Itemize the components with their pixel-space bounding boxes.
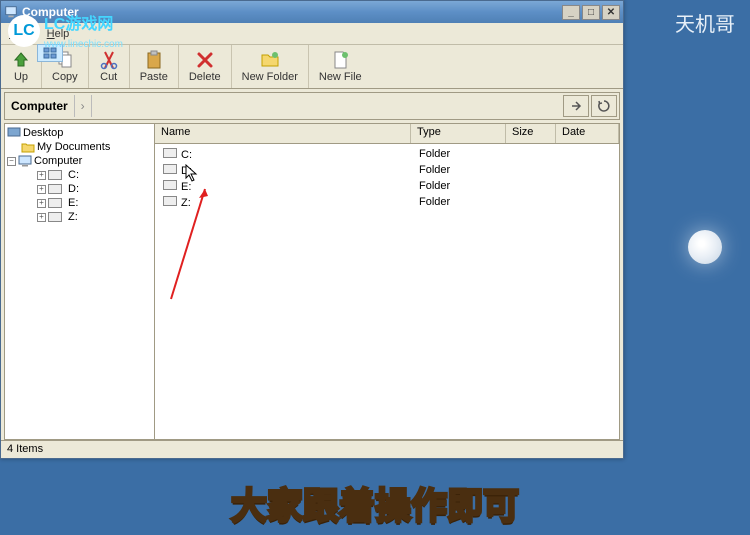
go-button[interactable] — [563, 95, 589, 117]
tree-computer[interactable]: − Computer — [7, 154, 152, 168]
col-name[interactable]: Name — [155, 124, 411, 143]
collapse-icon[interactable]: − — [7, 157, 16, 166]
tree-drive-d[interactable]: + D: — [7, 182, 152, 196]
content-area: Desktop My Documents − Computer + C: + D… — [4, 123, 620, 440]
computer-icon — [18, 155, 32, 167]
watermark-logo: LC — [8, 15, 40, 47]
desktop-icon — [7, 127, 21, 139]
paste-icon — [144, 50, 164, 70]
drive-icon — [163, 180, 177, 190]
drive-icon — [163, 164, 177, 174]
minimize-button[interactable]: _ — [562, 5, 580, 20]
video-caption: 大家跟着操作即可 — [231, 477, 519, 529]
expand-icon[interactable]: + — [37, 185, 46, 194]
author-label: 天机哥 — [675, 8, 735, 37]
maximize-button[interactable]: □ — [582, 5, 600, 20]
list-item[interactable]: D: Folder — [157, 162, 617, 178]
address-chevron[interactable]: › — [75, 95, 92, 117]
refresh-icon — [597, 99, 611, 113]
col-type[interactable]: Type — [411, 124, 506, 143]
delete-icon — [195, 50, 215, 70]
tree-drive-e[interactable]: + E: — [7, 196, 152, 210]
tree-panel: Desktop My Documents − Computer + C: + D… — [5, 124, 155, 439]
delete-button[interactable]: Delete — [179, 45, 232, 88]
col-date[interactable]: Date — [556, 124, 619, 143]
file-new-icon — [330, 50, 350, 70]
drive-icon — [48, 212, 62, 222]
folder-icon — [21, 141, 35, 153]
close-button[interactable]: ✕ — [602, 5, 620, 20]
tree-drive-c[interactable]: + C: — [7, 168, 152, 182]
up-icon — [11, 50, 31, 70]
paste-button[interactable]: Paste — [130, 45, 179, 88]
newfile-button[interactable]: New File — [309, 45, 372, 88]
watermark: LC LC游戏网 www.linechic.com — [8, 10, 123, 52]
file-explorer-window: Computer _ □ ✕ View Help Up Copy Cut Pas… — [0, 0, 624, 459]
tree-desktop[interactable]: Desktop — [7, 126, 152, 140]
drive-icon — [163, 148, 177, 158]
expand-icon[interactable]: + — [37, 213, 46, 222]
go-icon — [569, 99, 583, 113]
drive-icon — [163, 196, 177, 206]
watermark-text: LC游戏网 www.linechic.com — [44, 10, 123, 52]
address-segment[interactable]: Computer — [5, 95, 75, 117]
addressbar: Computer › — [4, 92, 620, 120]
list-item[interactable]: Z: Folder — [157, 194, 617, 210]
expand-icon[interactable]: + — [37, 171, 46, 180]
drive-icon — [48, 184, 62, 194]
col-size[interactable]: Size — [506, 124, 556, 143]
list-rows: C: Folder D: Folder E: Folder Z: Folder — [155, 144, 619, 212]
expand-icon[interactable]: + — [37, 199, 46, 208]
tree-drive-z[interactable]: + Z: — [7, 210, 152, 224]
list-item[interactable]: C: Folder — [157, 146, 617, 162]
list-header: Name Type Size Date — [155, 124, 619, 144]
tree-mydocs[interactable]: My Documents — [7, 140, 152, 154]
drive-icon — [48, 198, 62, 208]
statusbar: 4 Items — [1, 440, 623, 458]
newfolder-button[interactable]: New Folder — [232, 45, 309, 88]
drive-icon — [48, 170, 62, 180]
cut-icon — [99, 50, 119, 70]
refresh-button[interactable] — [591, 95, 617, 117]
folder-new-icon — [260, 50, 280, 70]
list-item[interactable]: E: Folder — [157, 178, 617, 194]
moon-graphic — [688, 230, 722, 264]
list-panel: Name Type Size Date C: Folder D: Folder … — [155, 124, 619, 439]
